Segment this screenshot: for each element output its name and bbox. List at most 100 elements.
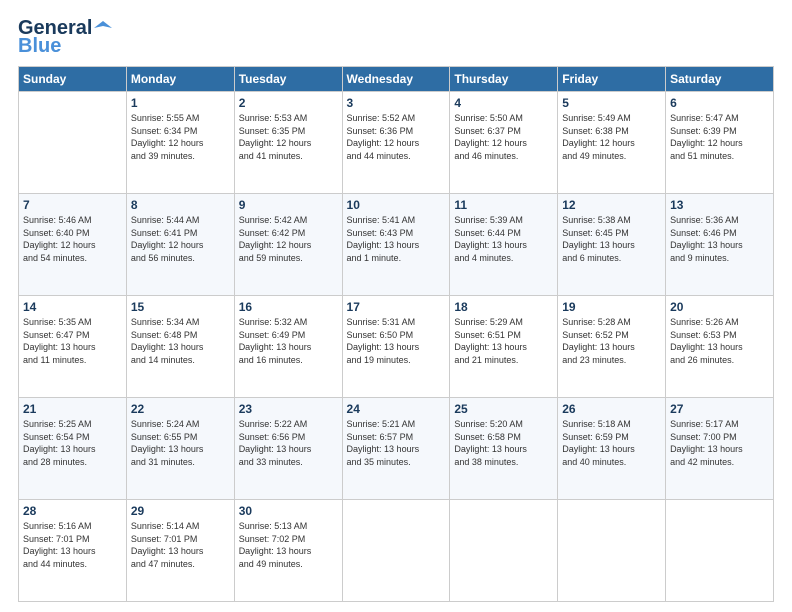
day-number: 27	[670, 402, 769, 416]
calendar-cell: 25 Sunrise: 5:20 AM Sunset: 6:58 PM Dayli…	[450, 398, 558, 500]
day-info: Sunrise: 5:24 AM Sunset: 6:55 PM Dayligh…	[131, 418, 230, 468]
day-info: Sunrise: 5:20 AM Sunset: 6:58 PM Dayligh…	[454, 418, 553, 468]
day-info: Sunrise: 5:52 AM Sunset: 6:36 PM Dayligh…	[347, 112, 446, 162]
day-info: Sunrise: 5:14 AM Sunset: 7:01 PM Dayligh…	[131, 520, 230, 570]
day-header-thursday: Thursday	[450, 67, 558, 92]
day-info: Sunrise: 5:47 AM Sunset: 6:39 PM Dayligh…	[670, 112, 769, 162]
day-number: 28	[23, 504, 122, 518]
day-header-tuesday: Tuesday	[234, 67, 342, 92]
calendar-cell: 26 Sunrise: 5:18 AM Sunset: 6:59 PM Dayli…	[558, 398, 666, 500]
calendar-cell	[450, 500, 558, 602]
calendar-cell: 8 Sunrise: 5:44 AM Sunset: 6:41 PM Daylig…	[126, 194, 234, 296]
day-info: Sunrise: 5:53 AM Sunset: 6:35 PM Dayligh…	[239, 112, 338, 162]
day-number: 29	[131, 504, 230, 518]
day-number: 24	[347, 402, 446, 416]
day-info: Sunrise: 5:44 AM Sunset: 6:41 PM Dayligh…	[131, 214, 230, 264]
day-header-sunday: Sunday	[19, 67, 127, 92]
calendar-cell: 30Sunrise: 5:13 AM Sunset: 7:02 PM Dayli…	[234, 500, 342, 602]
day-info: Sunrise: 5:31 AM Sunset: 6:50 PM Dayligh…	[347, 316, 446, 366]
day-number: 21	[23, 402, 122, 416]
day-info: Sunrise: 5:49 AM Sunset: 6:38 PM Dayligh…	[562, 112, 661, 162]
day-number: 9	[239, 198, 338, 212]
calendar-cell: 16Sunrise: 5:32 AM Sunset: 6:49 PM Dayli…	[234, 296, 342, 398]
calendar-cell: 22 Sunrise: 5:24 AM Sunset: 6:55 PM Dayli…	[126, 398, 234, 500]
calendar-cell: 17 Sunrise: 5:31 AM Sunset: 6:50 PM Dayli…	[342, 296, 450, 398]
day-header-wednesday: Wednesday	[342, 67, 450, 92]
day-number: 7	[23, 198, 122, 212]
calendar-cell	[666, 500, 774, 602]
day-info: Sunrise: 5:39 AM Sunset: 6:44 PM Dayligh…	[454, 214, 553, 264]
days-header-row: SundayMondayTuesdayWednesdayThursdayFrid…	[19, 67, 774, 92]
day-header-friday: Friday	[558, 67, 666, 92]
week-row-5: 28 Sunrise: 5:16 AM Sunset: 7:01 PM Dayli…	[19, 500, 774, 602]
day-info: Sunrise: 5:16 AM Sunset: 7:01 PM Dayligh…	[23, 520, 122, 570]
page-header: General Blue	[18, 18, 774, 56]
day-info: Sunrise: 5:42 AM Sunset: 6:42 PM Dayligh…	[239, 214, 338, 264]
calendar-cell: 19 Sunrise: 5:28 AM Sunset: 6:52 PM Dayli…	[558, 296, 666, 398]
calendar-cell: 14Sunrise: 5:35 AM Sunset: 6:47 PM Dayli…	[19, 296, 127, 398]
day-number: 13	[670, 198, 769, 212]
day-info: Sunrise: 5:46 AM Sunset: 6:40 PM Dayligh…	[23, 214, 122, 264]
day-number: 26	[562, 402, 661, 416]
day-info: Sunrise: 5:28 AM Sunset: 6:52 PM Dayligh…	[562, 316, 661, 366]
calendar-cell: 3 Sunrise: 5:52 AM Sunset: 6:36 PM Daylig…	[342, 92, 450, 194]
day-number: 8	[131, 198, 230, 212]
day-number: 18	[454, 300, 553, 314]
day-info: Sunrise: 5:38 AM Sunset: 6:45 PM Dayligh…	[562, 214, 661, 264]
day-info: Sunrise: 5:35 AM Sunset: 6:47 PM Dayligh…	[23, 316, 122, 366]
day-number: 19	[562, 300, 661, 314]
day-number: 5	[562, 96, 661, 110]
week-row-3: 14Sunrise: 5:35 AM Sunset: 6:47 PM Dayli…	[19, 296, 774, 398]
day-header-monday: Monday	[126, 67, 234, 92]
calendar-cell: 29 Sunrise: 5:14 AM Sunset: 7:01 PM Dayli…	[126, 500, 234, 602]
calendar-cell: 27 Sunrise: 5:17 AM Sunset: 7:00 PM Dayli…	[666, 398, 774, 500]
day-number: 25	[454, 402, 553, 416]
week-row-2: 7 Sunrise: 5:46 AM Sunset: 6:40 PM Daylig…	[19, 194, 774, 296]
day-info: Sunrise: 5:18 AM Sunset: 6:59 PM Dayligh…	[562, 418, 661, 468]
week-row-4: 21 Sunrise: 5:25 AM Sunset: 6:54 PM Dayli…	[19, 398, 774, 500]
day-number: 2	[239, 96, 338, 110]
calendar-page: General Blue SundayMondayTuesdayWednesda…	[0, 0, 792, 612]
logo-blue: Blue	[18, 36, 61, 56]
day-number: 23	[239, 402, 338, 416]
calendar-cell: 23 Sunrise: 5:22 AM Sunset: 6:56 PM Dayli…	[234, 398, 342, 500]
calendar-cell: 15 Sunrise: 5:34 AM Sunset: 6:48 PM Dayli…	[126, 296, 234, 398]
day-info: Sunrise: 5:21 AM Sunset: 6:57 PM Dayligh…	[347, 418, 446, 468]
day-number: 10	[347, 198, 446, 212]
day-info: Sunrise: 5:13 AM Sunset: 7:02 PM Dayligh…	[239, 520, 338, 570]
calendar-cell: 5 Sunrise: 5:49 AM Sunset: 6:38 PM Daylig…	[558, 92, 666, 194]
day-number: 22	[131, 402, 230, 416]
calendar-cell: 2 Sunrise: 5:53 AM Sunset: 6:35 PM Daylig…	[234, 92, 342, 194]
day-info: Sunrise: 5:29 AM Sunset: 6:51 PM Dayligh…	[454, 316, 553, 366]
logo-bird-icon	[94, 21, 112, 35]
day-info: Sunrise: 5:41 AM Sunset: 6:43 PM Dayligh…	[347, 214, 446, 264]
day-number: 4	[454, 96, 553, 110]
day-number: 20	[670, 300, 769, 314]
calendar-cell: 12 Sunrise: 5:38 AM Sunset: 6:45 PM Dayli…	[558, 194, 666, 296]
day-info: Sunrise: 5:17 AM Sunset: 7:00 PM Dayligh…	[670, 418, 769, 468]
week-row-1: 1Sunrise: 5:55 AM Sunset: 6:34 PM Daylig…	[19, 92, 774, 194]
day-info: Sunrise: 5:25 AM Sunset: 6:54 PM Dayligh…	[23, 418, 122, 468]
logo: General Blue	[18, 18, 112, 56]
calendar-cell	[19, 92, 127, 194]
day-info: Sunrise: 5:50 AM Sunset: 6:37 PM Dayligh…	[454, 112, 553, 162]
calendar-cell: 9 Sunrise: 5:42 AM Sunset: 6:42 PM Daylig…	[234, 194, 342, 296]
day-number: 16	[239, 300, 338, 314]
calendar-cell: 24 Sunrise: 5:21 AM Sunset: 6:57 PM Dayli…	[342, 398, 450, 500]
calendar-cell	[558, 500, 666, 602]
calendar-cell: 4 Sunrise: 5:50 AM Sunset: 6:37 PM Daylig…	[450, 92, 558, 194]
calendar-cell: 1Sunrise: 5:55 AM Sunset: 6:34 PM Daylig…	[126, 92, 234, 194]
calendar-cell: 11 Sunrise: 5:39 AM Sunset: 6:44 PM Dayli…	[450, 194, 558, 296]
calendar-table: SundayMondayTuesdayWednesdayThursdayFrid…	[18, 66, 774, 602]
day-number: 11	[454, 198, 553, 212]
day-number: 3	[347, 96, 446, 110]
day-info: Sunrise: 5:22 AM Sunset: 6:56 PM Dayligh…	[239, 418, 338, 468]
day-number: 15	[131, 300, 230, 314]
day-info: Sunrise: 5:55 AM Sunset: 6:34 PM Dayligh…	[131, 112, 230, 162]
day-number: 17	[347, 300, 446, 314]
day-number: 12	[562, 198, 661, 212]
day-info: Sunrise: 5:34 AM Sunset: 6:48 PM Dayligh…	[131, 316, 230, 366]
calendar-cell: 21 Sunrise: 5:25 AM Sunset: 6:54 PM Dayli…	[19, 398, 127, 500]
day-header-saturday: Saturday	[666, 67, 774, 92]
calendar-cell: 20Sunrise: 5:26 AM Sunset: 6:53 PM Dayli…	[666, 296, 774, 398]
